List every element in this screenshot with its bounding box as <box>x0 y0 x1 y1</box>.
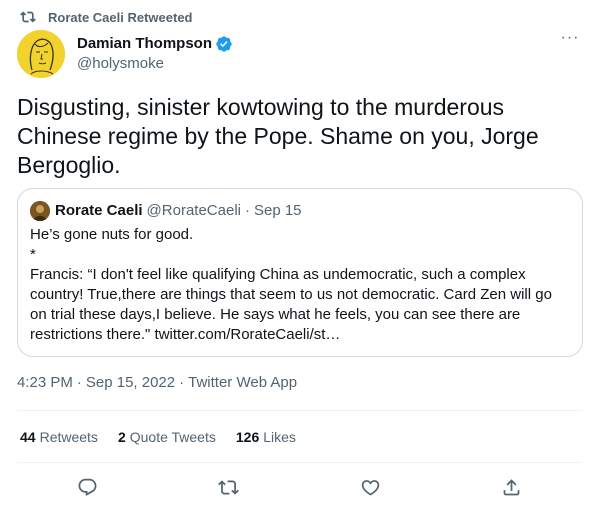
tweet-metadata: 4:23 PM · Sep 15, 2022 · Twitter Web App <box>17 373 297 393</box>
author-handle[interactable]: @holysmoke <box>77 54 233 74</box>
tweet-source[interactable]: Twitter Web App <box>188 373 297 393</box>
retweeted-by-text: Rorate Caeli Retweeted <box>48 9 193 25</box>
likes-stat[interactable]: 126 Likes <box>236 428 296 446</box>
share-icon <box>503 478 520 495</box>
action-bar <box>17 474 582 500</box>
quoted-tweet-text: He’s gone nuts for good. * Francis: “I d… <box>30 226 552 343</box>
quoted-avatar <box>30 201 50 221</box>
quoted-author-handle: @RorateCaeli <box>146 202 241 219</box>
tweet-author: Damian Thompson @holysmoke ··· <box>17 30 582 78</box>
retweet-icon <box>20 11 36 23</box>
divider <box>17 462 582 463</box>
tweet-time[interactable]: 4:23 PM <box>17 373 73 393</box>
tweet-text: Disgusting, sinister kowtowing to the mu… <box>17 94 539 178</box>
quote-tweets-count: 2 <box>117 429 126 445</box>
retweets-stat[interactable]: 44 Retweets <box>20 428 98 446</box>
retweet-icon <box>218 479 240 495</box>
retweets-count: 44 <box>20 429 36 445</box>
quoted-avatar-drawing-icon <box>30 201 50 221</box>
verified-badge-icon <box>216 36 232 52</box>
retweeted-by-bar[interactable]: Rorate Caeli Retweeted <box>20 8 193 26</box>
retweet-button[interactable] <box>217 475 241 499</box>
tweet-date[interactable]: Sep 15, 2022 <box>86 373 175 393</box>
divider <box>17 410 582 411</box>
retweets-label: Retweets <box>39 429 98 445</box>
more-options-icon[interactable]: ··· <box>558 30 582 52</box>
engagement-stats: 44 Retweets 2 Quote Tweets 126 Likes <box>20 428 316 446</box>
likes-count: 126 <box>235 429 260 445</box>
avatar[interactable] <box>17 30 65 78</box>
quote-tweets-stat[interactable]: 2 Quote Tweets <box>118 428 216 446</box>
quoted-tweet[interactable]: Rorate Caeli @RorateCaeli · Sep 15 He’s … <box>17 188 583 357</box>
meta-separator: · <box>179 374 185 391</box>
quoted-author-name: Rorate Caeli <box>55 202 143 219</box>
quoted-date: Sep 15 <box>253 202 302 219</box>
share-button[interactable] <box>499 475 523 499</box>
quote-tweets-label: Quote Tweets <box>129 429 216 445</box>
avatar-drawing-icon <box>17 30 65 78</box>
author-name[interactable]: Damian Thompson <box>77 34 212 54</box>
heart-icon <box>361 479 379 496</box>
meta-separator: · <box>76 374 82 391</box>
likes-label: Likes <box>263 429 296 445</box>
like-button[interactable] <box>358 475 382 499</box>
reply-button[interactable] <box>76 475 100 499</box>
quoted-separator: · <box>244 202 250 219</box>
reply-icon <box>78 478 97 496</box>
